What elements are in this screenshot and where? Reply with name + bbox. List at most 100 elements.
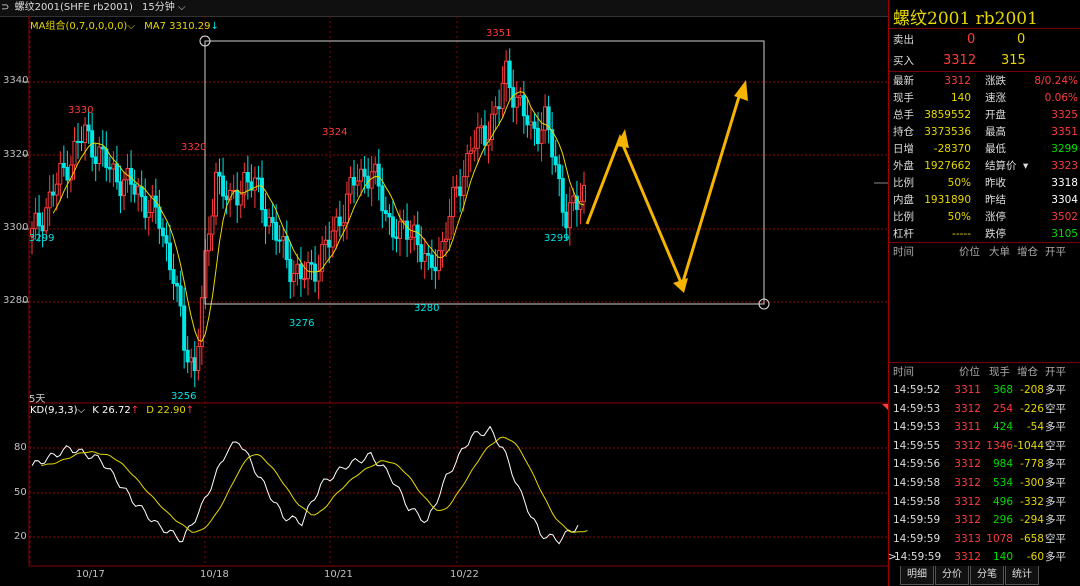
trade-row[interactable]: 14:59:56 3312 984 -778 多平 [889, 456, 1080, 473]
stat-label: 最新 [893, 75, 914, 87]
date-label: 10/21 [324, 569, 353, 580]
trade-cell: 14:59:59 [893, 514, 941, 527]
trade-row[interactable]: 14:59:53 3311 424 -54 多平 [889, 419, 1080, 436]
trade-row[interactable]: 14:59:55 3312 1346 -1044 空平 [889, 438, 1080, 455]
candle-body [359, 168, 364, 182]
candle-body [284, 235, 289, 260]
trade-row[interactable]: 14:59:53 3312 254 -226 空平 [889, 401, 1080, 418]
trade-cell: 3312 [954, 551, 981, 564]
candle-body [72, 140, 77, 166]
col-oi-change: 增仓 [1017, 366, 1038, 378]
trade-cell: 3312 [954, 439, 981, 452]
stat-value: 1931890 [924, 194, 971, 206]
chevron-down-icon[interactable]: ⌵ [78, 405, 86, 416]
arrowhead-icon [734, 80, 748, 101]
candle-body [313, 263, 318, 282]
candle-body [429, 254, 434, 268]
chevron-down-icon[interactable]: ▾ [1023, 158, 1028, 175]
stat-label: 比例 [893, 177, 914, 189]
trade-cell: 空平 [1045, 439, 1066, 452]
quote-stat-row: 比例 50% 涨停 3502 [889, 209, 1080, 226]
stat-value: 3318 [1051, 177, 1078, 189]
trade-row[interactable]: 14:59:52 3311 368 -208 多平 [889, 382, 1080, 399]
trade-cell: 多平 [1045, 495, 1066, 508]
quote-stat-row: 最新 3312 涨跌 8/0.24% [889, 73, 1080, 90]
candle-body [146, 211, 151, 218]
tab-details[interactable]: 明细 [900, 566, 934, 585]
tab-ticks[interactable]: 分笔 [970, 566, 1004, 585]
current-row-marker: > [888, 551, 897, 564]
trade-row[interactable]: 14:59:58 3312 496 -332 多平 [889, 494, 1080, 511]
trade-row[interactable]: 14:59:58 3312 534 -300 多平 [889, 475, 1080, 492]
candle-body [341, 222, 346, 227]
candle-body [235, 189, 240, 206]
sell-volume: 0 [1017, 32, 1026, 47]
panel-title[interactable]: 螺纹2001 rb2001 [893, 4, 1038, 29]
date-label: 10/17 [76, 569, 105, 580]
candle-body [454, 186, 459, 189]
trade-row[interactable]: 14:59:59 3312 296 -294 多平 [889, 512, 1080, 529]
candle-body [536, 127, 540, 145]
trade-cell: 多平 [1045, 421, 1066, 434]
candle-body [178, 285, 183, 307]
candle-body [100, 146, 105, 150]
candle-body [47, 191, 52, 209]
trade-cell: 3312 [954, 495, 981, 508]
annotation-low: 3299 [29, 233, 55, 244]
sell-row[interactable]: 卖出 0 0 [889, 30, 1080, 50]
candles [30, 48, 586, 388]
candle-body [394, 236, 399, 239]
kd-label[interactable]: KD(9,3,3) [30, 405, 78, 416]
chart-area[interactable]: ⊃ 螺纹2001(SHFE rb2001) 15分钟 ⌵ MA组合(0,7,0,… [0, 0, 888, 586]
candle-body [419, 244, 424, 262]
candle-body [224, 195, 229, 201]
candle-body [316, 270, 321, 282]
trade-cell: -226 [1020, 402, 1044, 415]
trade-cell: 14:59:55 [893, 439, 941, 452]
candle-body [458, 186, 463, 197]
candle-body [61, 162, 66, 168]
kd-axis-label: 50 [14, 487, 27, 498]
candle-body [111, 163, 116, 170]
trade-cell: 多平 [1045, 384, 1066, 396]
col-time: 时间 [893, 246, 914, 258]
k-label: K [92, 405, 99, 416]
candle-body [263, 209, 268, 227]
stat-label: 现手 [893, 92, 914, 104]
candle-body [479, 125, 484, 129]
stat-value: 3105 [1051, 228, 1078, 240]
candle-body [309, 262, 314, 265]
candle-body [54, 183, 59, 196]
trade-cell: 3312 [954, 477, 981, 489]
candle-body [256, 177, 261, 180]
trade-row[interactable]: 14:59:59 3313 1078 -658 空平 [889, 531, 1080, 548]
tab-statistics[interactable]: 统计 [1005, 566, 1039, 585]
days-label: 5天 [29, 394, 46, 405]
price-axis: 3340 3320 3300 3280 [0, 0, 30, 586]
candle-body [362, 168, 367, 177]
trade-cell: 3312 [954, 402, 981, 415]
candle-body [217, 171, 222, 177]
candle-body [185, 349, 190, 363]
candle-body [86, 124, 91, 132]
col-price: 价位 [959, 246, 980, 258]
trade-cell: 14:59:53 [893, 421, 941, 434]
buy-label: 买入 [893, 55, 914, 67]
stat-label: 最高 [985, 126, 1006, 138]
candle-body [51, 191, 56, 196]
trade-row[interactable]: 14:59:59 3312 140 -60 多平 > [888, 549, 1080, 566]
candle-body [398, 221, 402, 239]
candle-body [497, 106, 502, 110]
trade-cell: 14:59:58 [893, 495, 941, 508]
candle-body [376, 163, 381, 187]
trade-cell: 984 [992, 458, 1013, 471]
candle-body [281, 235, 286, 241]
candle-body [295, 263, 300, 274]
k-value: 26.72 [102, 405, 131, 416]
trade-cell: -778 [1020, 458, 1044, 471]
trade-cell: -1044 [1013, 439, 1044, 452]
buy-row[interactable]: 买入 3312 315 [889, 51, 1080, 71]
candle-body [451, 186, 456, 218]
tab-price-volume[interactable]: 分价 [935, 566, 969, 585]
candlestick-chart[interactable] [0, 0, 888, 586]
